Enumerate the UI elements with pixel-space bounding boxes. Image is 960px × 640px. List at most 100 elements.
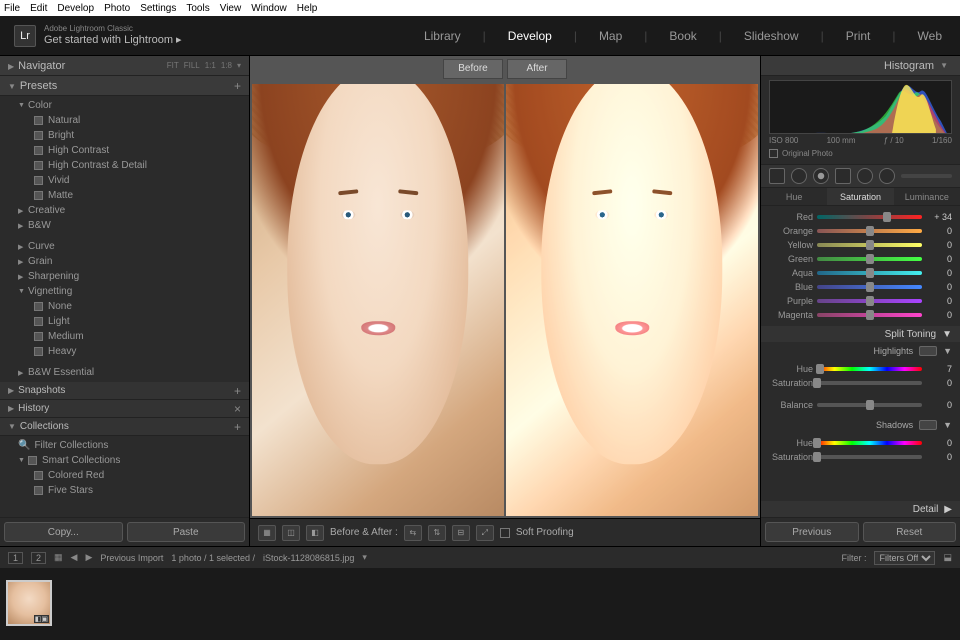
slider-thumb[interactable] [813, 378, 821, 388]
module-develop[interactable]: Develop [504, 29, 556, 43]
slider-aqua[interactable]: Aqua 0 [769, 266, 952, 280]
preset-item[interactable]: Bright [0, 128, 249, 143]
survey-view-button[interactable]: ◧ [306, 525, 324, 541]
paste-button[interactable]: Paste [127, 522, 246, 542]
slider-track[interactable] [817, 271, 922, 275]
slider-track[interactable] [817, 299, 922, 303]
nav-fill[interactable]: FILL [184, 61, 200, 70]
menu-window[interactable]: Window [251, 3, 287, 14]
split-toning-header[interactable]: Split Toning▼ [761, 326, 960, 342]
slider-saturation[interactable]: Saturation 0 [769, 376, 952, 390]
slider-track[interactable] [817, 367, 922, 371]
module-map[interactable]: Map [595, 29, 626, 43]
preset-group-grain[interactable]: ▶Grain [0, 254, 249, 269]
graduated-filter-tool[interactable] [835, 168, 851, 184]
mask-slider[interactable] [901, 174, 952, 178]
after-image[interactable] [506, 84, 758, 516]
histogram-header[interactable]: Histogram▼ [761, 56, 960, 76]
preset-item[interactable]: High Contrast [0, 143, 249, 158]
slider-track[interactable] [817, 257, 922, 261]
preset-group-bw[interactable]: ▶B&W [0, 218, 249, 233]
presets-header[interactable]: ▼Presets + [0, 76, 249, 96]
brand-line2[interactable]: Get started with Lightroom ▸ [44, 34, 182, 46]
module-print[interactable]: Print [842, 29, 875, 43]
ba-top-bottom-button[interactable]: ⇅ [428, 525, 446, 541]
slider-thumb[interactable] [816, 364, 824, 374]
module-slideshow[interactable]: Slideshow [740, 29, 803, 43]
compare-view-button[interactable]: ◫ [282, 525, 300, 541]
slider-red[interactable]: Red + 34 [769, 210, 952, 224]
slider-green[interactable]: Green 0 [769, 252, 952, 266]
filmstrip[interactable]: ◧▣ [0, 568, 960, 638]
copy-button[interactable]: Copy... [4, 522, 123, 542]
add-collection-button[interactable]: + [234, 420, 241, 434]
original-photo-checkbox[interactable] [769, 149, 778, 158]
preset-item[interactable]: High Contrast & Detail [0, 158, 249, 173]
before-image[interactable] [252, 84, 504, 516]
preset-group-creative[interactable]: ▶Creative [0, 203, 249, 218]
menu-help[interactable]: Help [297, 3, 318, 14]
tab-hue[interactable]: Hue [761, 188, 827, 205]
add-preset-button[interactable]: + [234, 79, 241, 93]
grid-view-icon[interactable]: ▦ [54, 552, 63, 563]
module-web[interactable]: Web [914, 29, 946, 43]
slider-thumb[interactable] [866, 226, 874, 236]
slider-track[interactable] [817, 285, 922, 289]
monitor-1-button[interactable]: 1 [8, 552, 23, 564]
slider-track[interactable] [817, 455, 922, 459]
slider-orange[interactable]: Orange 0 [769, 224, 952, 238]
detail-header[interactable]: Detail▶ [761, 501, 960, 517]
redeye-tool[interactable] [813, 168, 829, 184]
slider-thumb[interactable] [813, 452, 821, 462]
preset-item[interactable]: Matte [0, 188, 249, 203]
slider-thumb[interactable] [866, 254, 874, 264]
menu-tools[interactable]: Tools [186, 3, 209, 14]
history-header[interactable]: ▶History × [0, 400, 249, 418]
smart-collections-group[interactable]: ▼Smart Collections [0, 453, 249, 468]
preset-item[interactable]: Light [0, 314, 249, 329]
previous-button[interactable]: Previous [765, 522, 859, 542]
source-label[interactable]: Previous Import [100, 553, 163, 563]
slider-yellow[interactable]: Yellow 0 [769, 238, 952, 252]
slider-thumb[interactable] [866, 282, 874, 292]
nav-fit[interactable]: FIT [167, 61, 179, 70]
slider-track[interactable] [817, 243, 922, 247]
menu-settings[interactable]: Settings [140, 3, 176, 14]
clear-history-button[interactable]: × [234, 402, 241, 416]
ba-swap-button[interactable]: ⤢ [476, 525, 494, 541]
preset-group-bw-essential[interactable]: ▶B&W Essential [0, 365, 249, 380]
slider-track[interactable] [817, 403, 922, 407]
chevron-down-icon[interactable]: ▾ [362, 552, 367, 563]
ba-left-right-button[interactable]: ⇆ [404, 525, 422, 541]
nav-1to1[interactable]: 1:1 [205, 61, 216, 70]
slider-thumb[interactable] [866, 268, 874, 278]
filmstrip-thumbnail[interactable]: ◧▣ [6, 580, 52, 626]
preset-item[interactable]: Vivid [0, 173, 249, 188]
monitor-2-button[interactable]: 2 [31, 552, 46, 564]
reset-button[interactable]: Reset [863, 522, 957, 542]
slider-hue[interactable]: Hue 0 [769, 436, 952, 450]
slider-thumb[interactable] [866, 240, 874, 250]
module-book[interactable]: Book [665, 29, 700, 43]
highlights-swatch[interactable] [919, 346, 937, 356]
menu-develop[interactable]: Develop [57, 3, 94, 14]
preset-group-curve[interactable]: ▶Curve [0, 239, 249, 254]
slider-track[interactable] [817, 229, 922, 233]
slider-purple[interactable]: Purple 0 [769, 294, 952, 308]
nav-zoom[interactable]: 1:8 [221, 61, 232, 70]
slider-hue[interactable]: Hue 7 [769, 362, 952, 376]
menu-edit[interactable]: Edit [30, 3, 47, 14]
preset-group-vignetting[interactable]: ▼Vignetting [0, 284, 249, 299]
slider-blue[interactable]: Blue 0 [769, 280, 952, 294]
collections-header[interactable]: ▼Collections + [0, 418, 249, 436]
soft-proofing-checkbox[interactable] [500, 528, 510, 538]
slider-thumb[interactable] [883, 212, 891, 222]
filter-select[interactable]: Filters Off [874, 551, 935, 565]
preset-item[interactable]: None [0, 299, 249, 314]
slider-saturation[interactable]: Saturation 0 [769, 450, 952, 464]
navigator-header[interactable]: ▶Navigator FIT FILL 1:1 1:8 ▾ [0, 56, 249, 76]
preset-item[interactable]: Heavy [0, 344, 249, 359]
collection-item[interactable]: Colored Red [0, 468, 249, 483]
slider-track[interactable] [817, 381, 922, 385]
slider-thumb[interactable] [866, 296, 874, 306]
